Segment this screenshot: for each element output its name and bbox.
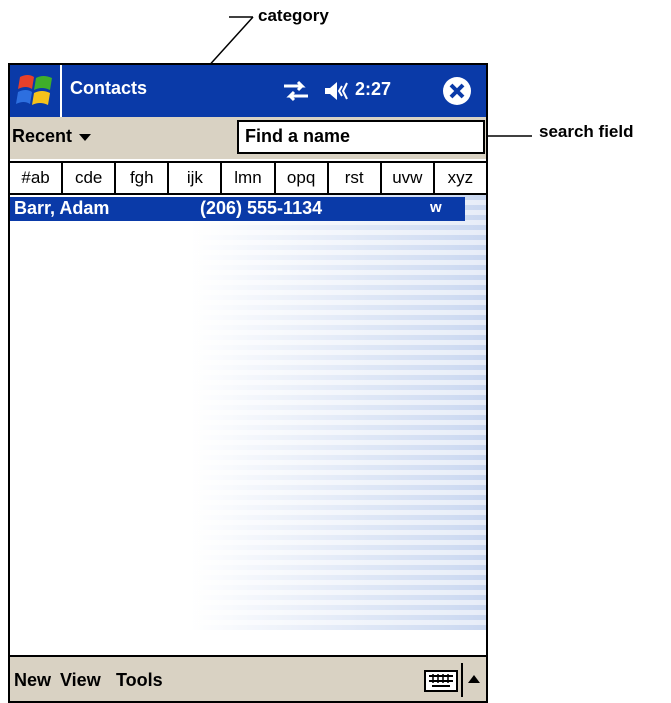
- windows-flag-icon: [16, 75, 52, 105]
- start-button[interactable]: [10, 65, 62, 117]
- tab-fgh[interactable]: fgh: [116, 163, 170, 193]
- title-bar: Contacts 2:27: [10, 65, 486, 117]
- speaker-icon[interactable]: [323, 79, 353, 103]
- close-icon[interactable]: [441, 75, 473, 107]
- category-dropdown[interactable]: Recent: [12, 126, 92, 147]
- pocket-pc-screen: Contacts 2:27 Recent Find a name #ab cde…: [8, 63, 488, 703]
- category-callout-label: category: [258, 6, 329, 25]
- tab-cde[interactable]: cde: [63, 163, 117, 193]
- menu-bar: New View Tools: [10, 655, 486, 701]
- new-menu-item[interactable]: New: [14, 670, 51, 691]
- up-arrow-icon[interactable]: [467, 674, 481, 684]
- app-title: Contacts: [70, 78, 148, 98]
- contact-phone-type: w: [430, 199, 442, 216]
- tab-rst[interactable]: rst: [329, 163, 382, 193]
- tools-menu-item[interactable]: Tools: [116, 670, 163, 691]
- tab-xyz[interactable]: xyz: [435, 163, 486, 193]
- contact-name: Barr, Adam: [14, 198, 110, 218]
- tab-uvw[interactable]: uvw: [382, 163, 435, 193]
- search-field-callout-label: search field: [539, 122, 634, 141]
- contact-list[interactable]: Barr, Adam (206) 555-1134 w: [10, 195, 486, 630]
- tab-ab[interactable]: #ab: [10, 163, 64, 193]
- list-item[interactable]: Barr, Adam (206) 555-1134 w: [10, 197, 465, 221]
- tab-lmn[interactable]: lmn: [222, 163, 276, 193]
- keyboard-icon[interactable]: [424, 670, 458, 692]
- sip-divider: [461, 663, 463, 697]
- search-input[interactable]: Find a name: [237, 120, 485, 154]
- contact-phone: (206) 555-1134: [200, 198, 323, 218]
- alphabet-tabs: #ab cde fgh ijk lmn opq rst uvw xyz: [10, 161, 486, 195]
- tab-ijk[interactable]: ijk: [169, 163, 223, 193]
- chevron-down-icon: [79, 133, 92, 141]
- connectivity-icon[interactable]: [280, 79, 312, 103]
- clock[interactable]: 2:27: [355, 79, 391, 100]
- category-value: Recent: [12, 126, 73, 146]
- tab-opq[interactable]: opq: [276, 163, 329, 193]
- view-menu-item[interactable]: View: [60, 670, 101, 691]
- list-background: [10, 195, 486, 630]
